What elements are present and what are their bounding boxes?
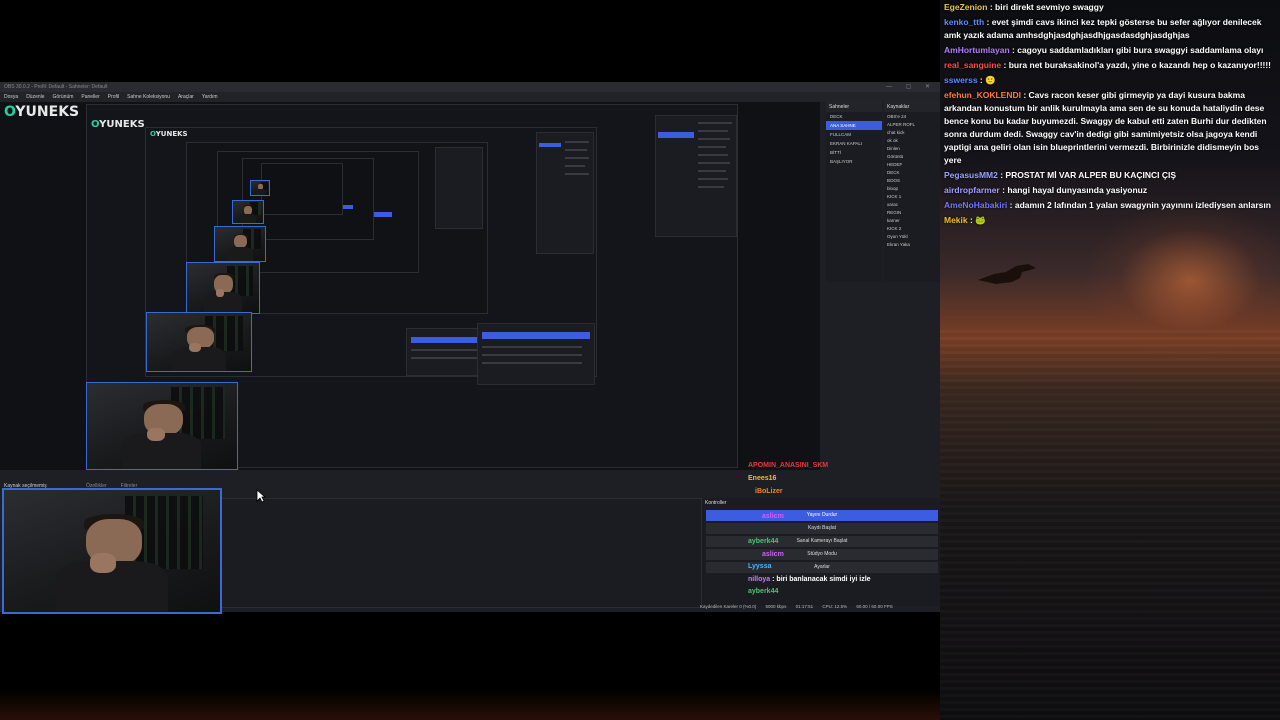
chat-message: real_sanguine : bura net buraksakinol'a …: [944, 60, 1272, 70]
chat-message: sswerss : 🙂: [944, 75, 996, 85]
scene-deck[interactable]: DECK: [826, 112, 882, 121]
stop-stream-button[interactable]: Yayını Durdur: [706, 510, 938, 521]
oyuneks-logo-nested-2: OYUNEKS: [150, 130, 188, 138]
webcam-recursion-0: [86, 382, 238, 470]
chat-message: PegasusMM2 : PROSTAT Mİ VAR ALPER BU KAÇ…: [944, 170, 1177, 180]
source-item[interactable]: REGIN: [884, 208, 940, 216]
chat-log: EgeZenion : biri direkt sevmiyo swaggy k…: [944, 0, 1278, 228]
source-item[interactable]: karner: [884, 216, 940, 224]
status-fps: 60.00 / 60.00 FPS: [856, 604, 893, 609]
main-webcam: [2, 488, 222, 614]
overlay-chat-line: nilloya : biri banlanacak simdi iyi izle: [748, 576, 871, 583]
source-item[interactable]: HEDEF: [884, 160, 940, 168]
source-item[interactable]: Oyun Yükl: [884, 232, 940, 240]
source-item[interactable]: Görüntü: [884, 152, 940, 160]
overlay-chat-line: aslicm: [762, 551, 784, 558]
nested-controls-1: [477, 323, 595, 385]
webcam-recursion-4: [232, 200, 264, 224]
source-item[interactable]: KICK 1: [884, 192, 940, 200]
menu-profile[interactable]: Profil: [108, 92, 119, 102]
dinosaur-silhouette: [978, 264, 1036, 284]
source-item[interactable]: BOOS: [884, 176, 940, 184]
status-time: 01:17:51: [795, 604, 814, 609]
source-item[interactable]: KICK 2: [884, 224, 940, 232]
overlay-chat-line: Enees16: [748, 475, 777, 482]
chat-message: AmHortumlayan : cagoyu saddamladıkları g…: [944, 45, 1264, 55]
scenes-dock: Sahneler DECK ANA SAHNE FULLCAM EKRAN KA…: [826, 102, 882, 282]
source-item[interactable]: Dinlen: [884, 144, 940, 152]
webcam-recursion-1: [146, 312, 252, 372]
chat-message: kenko_tth : evet şimdi cavs ikinci kez t…: [944, 17, 1262, 40]
nested-scenes-dock-2: [536, 132, 594, 254]
chat-message: Mekik : 🐸: [944, 215, 986, 225]
overlay-chat-line: aslicm: [762, 513, 784, 520]
chat-message: efehun_KOKLENDI : Cavs racon keser gibi …: [944, 90, 1267, 165]
source-item[interactable]: Ekran Yaka: [884, 240, 940, 248]
webcam-recursion-2: [186, 262, 260, 314]
source-item[interactable]: bloop: [884, 184, 940, 192]
start-recording-button[interactable]: Kaydı Başlat: [706, 523, 938, 534]
preview-canvas[interactable]: OYUNEKS OYUNEKS OYUNEKS: [0, 102, 820, 470]
studio-mode-button[interactable]: Stüdyo Modu: [706, 549, 938, 560]
overlay-chat-line: APOMIN_ANASINI_SKM: [748, 462, 829, 469]
sea-texture: [940, 330, 1280, 720]
scene-ekran-kapali[interactable]: EKRAN KAPALI: [826, 139, 882, 148]
overlay-chat-line: Lyyssa: [748, 563, 772, 570]
status-cpu: CPU: 12.5%: [822, 604, 848, 609]
scene-fullcam[interactable]: FULLCAM: [826, 130, 882, 139]
status-bitrate: 5000 kbps: [765, 604, 787, 609]
settings-button[interactable]: Ayarlar: [706, 562, 938, 573]
window-controls[interactable]: — ▢ ✕: [882, 82, 936, 92]
overlay-chat-line: iBoLizer: [755, 488, 783, 495]
controls-dock: Kontroller Yayını Durdur Kaydı Başlat Sa…: [702, 498, 940, 606]
menu-view[interactable]: Görünüm: [53, 92, 74, 102]
chat-message: AmeNoHabakiri : adamın 2 lafından 1 yala…: [944, 200, 1271, 210]
menu-docks[interactable]: Paneller: [81, 92, 99, 102]
menu-scene-collection[interactable]: Sahne Koleksiyonu: [127, 92, 170, 102]
oyuneks-logo-nested: OYUNEKS: [91, 119, 145, 130]
mouse-cursor-icon: [256, 489, 266, 503]
source-item[interactable]: xarac: [884, 200, 940, 208]
source-item[interactable]: ok ok: [884, 136, 940, 144]
scene-basliyor[interactable]: BAŞLIYOR: [826, 157, 882, 166]
scene-bitti[interactable]: BİTTİ: [826, 148, 882, 157]
sources-dock: Kaynaklar OBS'e 24 ALPER ROFL chat kick …: [884, 102, 940, 282]
scene-ana-sahne[interactable]: ANA SAHNE: [826, 121, 882, 130]
properties-dock: [220, 498, 702, 608]
source-item[interactable]: DECK: [884, 168, 940, 176]
webcam-recursion-5: [250, 180, 270, 196]
chat-message: airdropfarmer : hangi hayal dunyasında y…: [944, 185, 1148, 195]
obs-menubar: Dosya Düzenle Görünüm Paneller Profil Sa…: [0, 92, 940, 102]
scenes-header: Sahneler: [826, 102, 882, 112]
obs-titlebar: OBS 30.0.2 - Profil: Default - Sahneler:…: [0, 82, 940, 92]
menu-edit[interactable]: Düzenle: [26, 92, 44, 102]
status-bar: Kaydedilen Kareler 0 (%0.0) 5000 kbps 01…: [700, 601, 940, 612]
nested-scenes-dock: [655, 115, 737, 237]
menu-file[interactable]: Dosya: [4, 92, 18, 102]
start-virtual-camera-button[interactable]: Sanal Kamerayı Başlat: [706, 536, 938, 547]
bottom-fade: [0, 690, 940, 720]
chat-message: EgeZenion : biri direkt sevmiyo swaggy: [944, 2, 1104, 12]
status-dropped-frames: Kaydedilen Kareler 0 (%0.0): [700, 604, 757, 609]
webcam-recursion-3: [214, 226, 266, 262]
overlay-chat-line: ayberk44: [748, 588, 779, 595]
overlay-chat-line: ayberk44: [748, 538, 779, 545]
sources-header: Kaynaklar: [884, 102, 940, 112]
menu-help[interactable]: Yardım: [202, 92, 218, 102]
oyuneks-logo: OYUNEKS: [4, 104, 80, 120]
source-item[interactable]: ALPER ROFL: [884, 120, 940, 128]
source-item[interactable]: chat kick: [884, 128, 940, 136]
controls-header: Kontroller: [705, 500, 727, 506]
menu-tools[interactable]: Araçlar: [178, 92, 194, 102]
obs-title: OBS 30.0.2 - Profil: Default - Sahneler:…: [4, 84, 108, 90]
source-item[interactable]: OBS'e 24: [884, 112, 940, 120]
